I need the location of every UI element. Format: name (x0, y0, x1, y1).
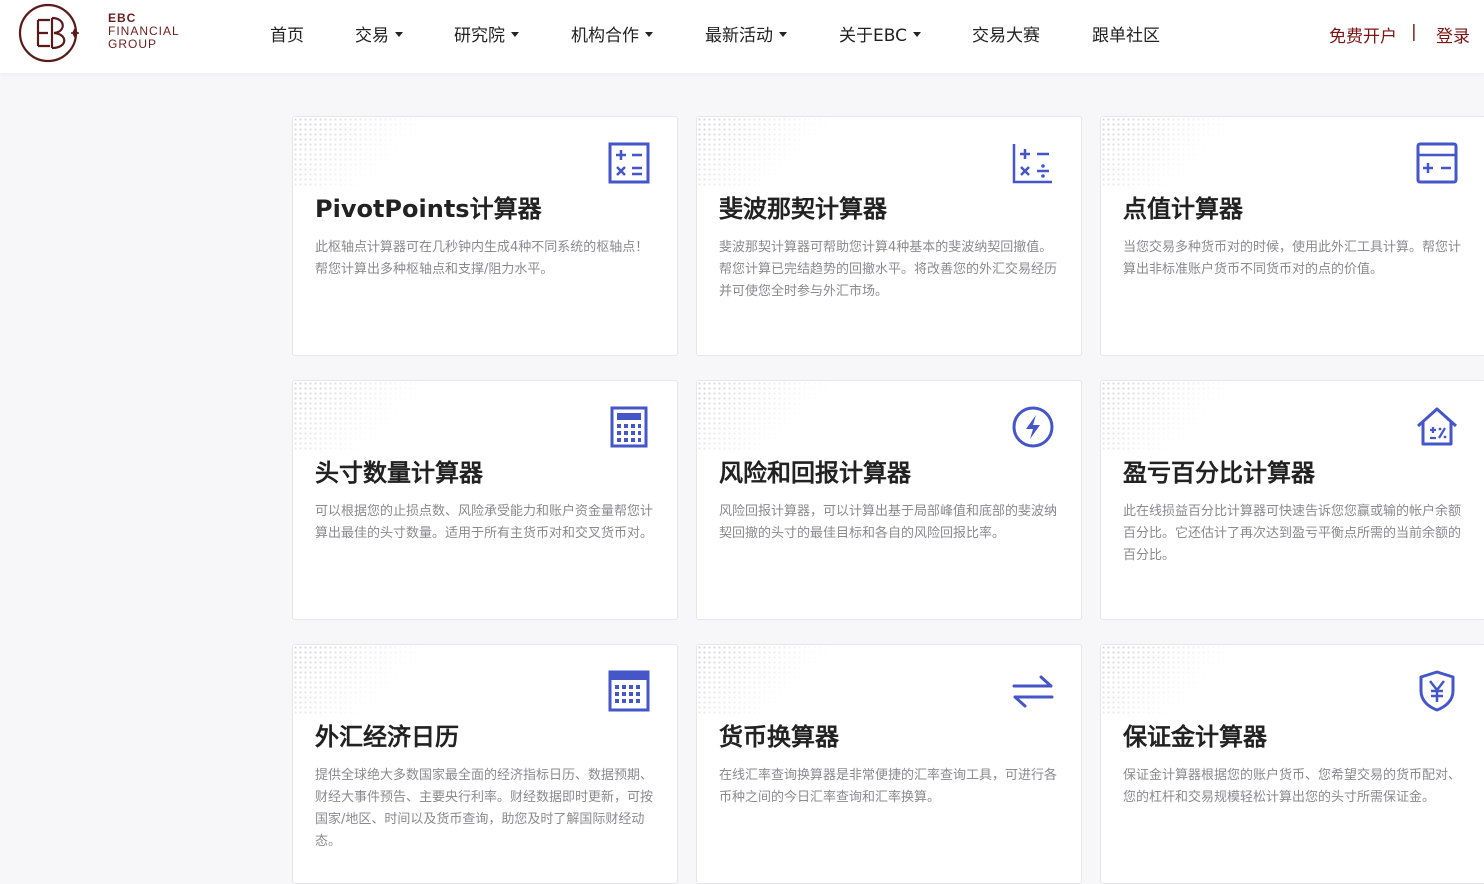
nav-label: 跟单社区 (1092, 26, 1160, 46)
card-title: 斐波那契计算器 (719, 195, 887, 223)
caret-down-icon (511, 31, 519, 37)
logo-line-3: GROUP (108, 37, 158, 51)
nav-item-events[interactable]: 最新活动 (705, 21, 787, 46)
tool-card-risk-reward[interactable]: 风险和回报计算器 风险回报计算器，可以计算出基于局部峰值和底部的斐波纳契回撤的头… (696, 380, 1082, 620)
tool-card-pivot-points[interactable]: PivotPoints计算器 此枢轴点计算器可在几秒钟内生成4种不同系统的枢轴点… (292, 116, 678, 356)
card-description: 保证金计算器根据您的账户货币、您希望交易的货币配对、您的杠杆和交易规模轻松计算出… (1123, 768, 1462, 805)
card-dot-pattern (293, 381, 423, 451)
tool-card-position-size[interactable]: 头寸数量计算器 可以根据您的止损点数、风险承受能力和账户资金量帮您计算出最佳的头… (292, 380, 678, 620)
card-dot-pattern (697, 381, 827, 451)
caret-down-icon (912, 31, 921, 37)
caret-down-icon (779, 31, 787, 37)
card-dot-pattern (293, 645, 423, 715)
swap-arrows-icon (1012, 675, 1054, 708)
nav-label: 机构合作 (571, 26, 639, 46)
auth-separator: | (1411, 22, 1417, 42)
calculator-ops-icon (608, 142, 650, 184)
tool-card-pip-value[interactable]: 点值计算器 当您交易多种货币对的时候，使用此外汇工具计算。帮您计算出非标准账户货… (1100, 116, 1484, 356)
calendar-grid-icon (608, 670, 650, 712)
card-dot-pattern (1101, 381, 1231, 451)
ebc-logo[interactable]: EBC FINANCIAL GROUP (18, 2, 188, 63)
card-description: 可以根据您的止损点数、风险承受能力和账户资金量帮您计算出最佳的头寸数量。适用于所… (315, 504, 654, 541)
card-description: 当您交易多种货币对的时候，使用此外汇工具计算。帮您计算出非标准账户货币不同货币对… (1123, 240, 1462, 277)
math-symbols-icon (1012, 144, 1052, 184)
card-title: 风险和回报计算器 (719, 459, 911, 487)
nav-item-home[interactable]: 首页 (270, 21, 304, 46)
lightning-circle-icon (1012, 406, 1054, 448)
nav-item-copy-trading[interactable]: 跟单社区 (1092, 21, 1160, 46)
ebc-logo-mark-icon (18, 3, 79, 63)
site-header: EBC FINANCIAL GROUP 首页 交易 研究院 机构合作 最新活动 … (0, 0, 1484, 73)
card-dot-pattern (697, 117, 827, 187)
card-description: 风险回报计算器，可以计算出基于局部峰值和底部的斐波纳契回撤的头寸的最佳目标和各自… (719, 504, 1058, 541)
nav-item-institutional[interactable]: 机构合作 (571, 21, 653, 46)
nav-label: 关于EBC (839, 26, 907, 46)
nav-item-trading[interactable]: 交易 (355, 21, 403, 46)
card-title: 保证金计算器 (1123, 723, 1267, 751)
caret-down-icon (395, 31, 403, 37)
card-description: 斐波那契计算器可帮助您计算4种基本的斐波纳契回撤值。帮您计算已完结趋势的回撤水平… (719, 240, 1058, 299)
tool-card-currency-converter[interactable]: 货币换算器 在线汇率查询换算器是非常便捷的汇率查询工具，可进行各币种之间的今日汇… (696, 644, 1082, 884)
tool-card-margin[interactable]: 保证金计算器 保证金计算器根据您的账户货币、您希望交易的货币配对、您的杠杆和交易… (1100, 644, 1484, 884)
card-title: 外汇经济日历 (315, 723, 459, 751)
tool-card-fibonacci[interactable]: 斐波那契计算器 斐波那契计算器可帮助您计算4种基本的斐波纳契回撤值。帮您计算已完… (696, 116, 1082, 356)
card-dot-pattern (697, 645, 827, 715)
house-percent-icon (1416, 407, 1458, 446)
logo-wordmark: EBC FINANCIAL GROUP (108, 12, 180, 51)
card-title: PivotPoints计算器 (315, 195, 542, 223)
nav-item-about[interactable]: 关于EBC (839, 21, 921, 46)
nav-label: 最新活动 (705, 26, 773, 46)
nav-item-competition[interactable]: 交易大赛 (972, 21, 1040, 46)
nav-label: 交易 (355, 26, 389, 46)
signup-link[interactable]: 免费开户 (1329, 22, 1397, 47)
card-description: 此枢轴点计算器可在几秒钟内生成4种不同系统的枢轴点！帮您计算出多种枢轴点和支撑/… (315, 240, 649, 277)
plus-minus-card-icon (1416, 142, 1458, 184)
card-dot-pattern (293, 117, 423, 187)
card-title: 点值计算器 (1123, 195, 1243, 223)
caret-down-icon (645, 31, 653, 37)
keypad-calculator-icon (610, 406, 648, 448)
card-title: 货币换算器 (719, 723, 839, 751)
yen-shield-icon (1419, 670, 1455, 712)
card-description: 此在线损益百分比计算器可快速告诉您您赢或输的帐户余额百分比。它还估计了再次达到盈… (1123, 504, 1462, 563)
tool-card-profit-loss[interactable]: 盈亏百分比计算器 此在线损益百分比计算器可快速告诉您您赢或输的帐户余额百分比。它… (1100, 380, 1484, 620)
card-description: 提供全球绝大多数国家最全面的经济指标日历、数据预期、财经大事件预告、主要央行利率… (315, 768, 654, 849)
card-dot-pattern (1101, 117, 1231, 187)
nav-label: 研究院 (454, 26, 505, 46)
card-description: 在线汇率查询换算器是非常便捷的汇率查询工具，可进行各币种之间的今日汇率查询和汇率… (719, 768, 1058, 805)
nav-label: 首页 (270, 26, 304, 46)
nav-label: 交易大赛 (972, 26, 1040, 46)
tool-card-economic-calendar[interactable]: 外汇经济日历 提供全球绝大多数国家最全面的经济指标日历、数据预期、财经大事件预告… (292, 644, 678, 884)
login-link[interactable]: 登录 (1436, 22, 1470, 47)
card-title: 盈亏百分比计算器 (1123, 459, 1315, 487)
card-title: 头寸数量计算器 (315, 459, 483, 487)
nav-item-research[interactable]: 研究院 (454, 21, 519, 46)
card-dot-pattern (1101, 645, 1231, 715)
